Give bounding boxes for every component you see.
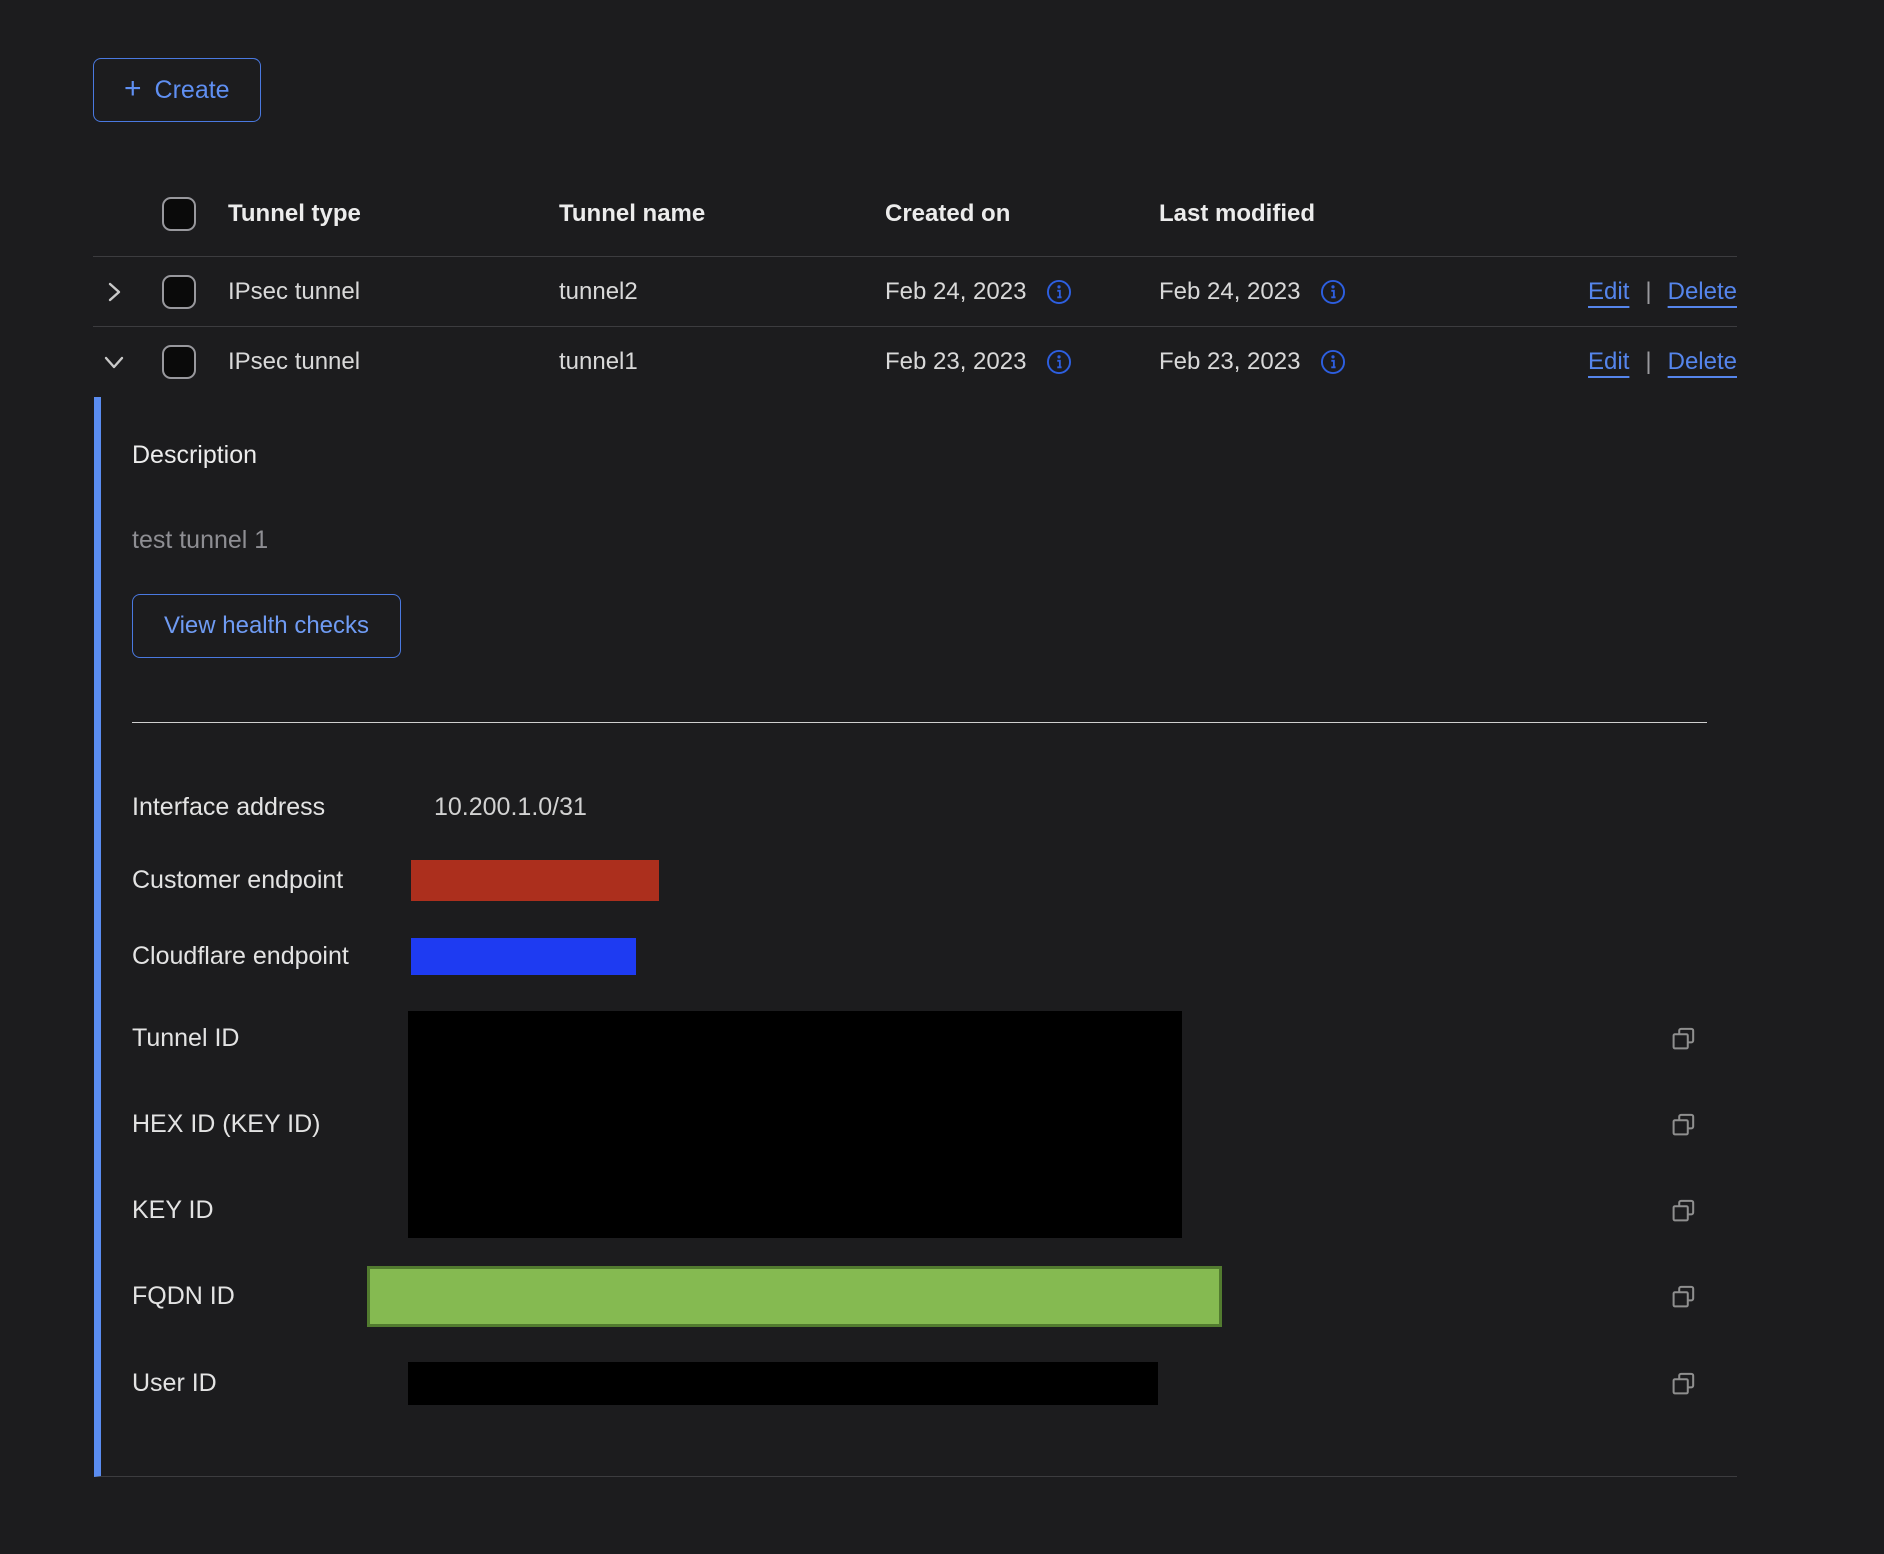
create-button[interactable]: + Create <box>93 58 261 122</box>
key-id-label: KEY ID <box>132 1196 434 1225</box>
cloudflare-endpoint-redacted-value <box>411 938 636 975</box>
detail-row-user-id: User ID <box>132 1340 1737 1427</box>
info-icon[interactable] <box>1046 279 1072 305</box>
delete-link[interactable]: Delete <box>1668 348 1737 376</box>
detail-row-customer-endpoint: Customer endpoint <box>132 844 1737 917</box>
create-button-label: Create <box>155 76 230 105</box>
delete-link[interactable]: Delete <box>1668 278 1737 306</box>
info-icon[interactable] <box>1046 349 1072 375</box>
tunnel-details: Interface address 10.200.1.0/31 Customer… <box>132 723 1737 1427</box>
tunnel-type-cell: IPsec tunnel <box>228 348 559 376</box>
user-id-redacted-value <box>408 1362 1158 1405</box>
copy-icon[interactable] <box>1670 1283 1697 1310</box>
tunnel-id-label: Tunnel ID <box>132 1024 434 1053</box>
interface-address-value: 10.200.1.0/31 <box>434 793 587 822</box>
copy-icon[interactable] <box>1670 1197 1697 1224</box>
expand-row-button[interactable] <box>93 280 162 304</box>
tunnel-type-cell: IPsec tunnel <box>228 278 559 306</box>
detail-row-interface-address: Interface address 10.200.1.0/31 <box>132 771 1737 844</box>
created-on-cell: Feb 23, 2023 <box>885 348 1026 376</box>
select-all-checkbox[interactable] <box>162 197 196 231</box>
header-tunnel-name: Tunnel name <box>559 200 885 228</box>
chevron-down-icon <box>102 350 126 374</box>
header-tunnel-type: Tunnel type <box>228 200 559 228</box>
header-created-on: Created on <box>885 200 1159 228</box>
tunnels-table: Tunnel type Tunnel name Created on Last … <box>93 172 1737 1477</box>
copy-icon[interactable] <box>1670 1025 1697 1052</box>
copy-icon[interactable] <box>1670 1111 1697 1138</box>
table-header-row: Tunnel type Tunnel name Created on Last … <box>93 172 1737 257</box>
chevron-right-icon <box>102 280 126 304</box>
last-modified-cell: Feb 23, 2023 <box>1159 348 1300 376</box>
edit-link[interactable]: Edit <box>1588 348 1629 376</box>
tunnel-name-cell: tunnel2 <box>559 278 885 306</box>
interface-address-label: Interface address <box>132 793 434 822</box>
plus-icon: + <box>124 74 142 104</box>
description-label: Description <box>132 441 1737 470</box>
table-row: IPsec tunnel tunnel2 Feb 24, 2023 Feb 24… <box>93 257 1737 327</box>
tunnels-page: + Create Tunnel type Tunnel name Created… <box>0 0 1884 1477</box>
fqdn-id-redacted-value <box>367 1266 1222 1327</box>
customer-endpoint-redacted-value <box>411 860 659 901</box>
created-on-cell: Feb 24, 2023 <box>885 278 1026 306</box>
collapse-row-button[interactable] <box>93 350 162 374</box>
edit-link[interactable]: Edit <box>1588 278 1629 306</box>
description-value: test tunnel 1 <box>132 526 1737 555</box>
ids-redacted-value <box>408 1011 1182 1238</box>
last-modified-cell: Feb 24, 2023 <box>1159 278 1300 306</box>
customer-endpoint-label: Customer endpoint <box>132 866 434 895</box>
tunnel-detail-panel: Description test tunnel 1 View health ch… <box>94 397 1737 1477</box>
detail-row-fqdn-id: FQDN ID <box>132 1253 1737 1340</box>
info-icon[interactable] <box>1320 279 1346 305</box>
table-row: IPsec tunnel tunnel1 Feb 23, 2023 Feb 23… <box>93 327 1737 397</box>
view-health-checks-button[interactable]: View health checks <box>132 594 401 658</box>
actions-separator: | <box>1645 348 1651 376</box>
row-checkbox[interactable] <box>162 275 196 309</box>
user-id-label: User ID <box>132 1369 434 1398</box>
hex-id-label: HEX ID (KEY ID) <box>132 1110 434 1139</box>
header-last-modified: Last modified <box>1159 200 1433 228</box>
copy-icon[interactable] <box>1670 1370 1697 1397</box>
actions-separator: | <box>1645 278 1651 306</box>
detail-row-cloudflare-endpoint: Cloudflare endpoint <box>132 917 1737 995</box>
row-checkbox[interactable] <box>162 345 196 379</box>
info-icon[interactable] <box>1320 349 1346 375</box>
cloudflare-endpoint-label: Cloudflare endpoint <box>132 942 434 971</box>
tunnel-name-cell: tunnel1 <box>559 348 885 376</box>
